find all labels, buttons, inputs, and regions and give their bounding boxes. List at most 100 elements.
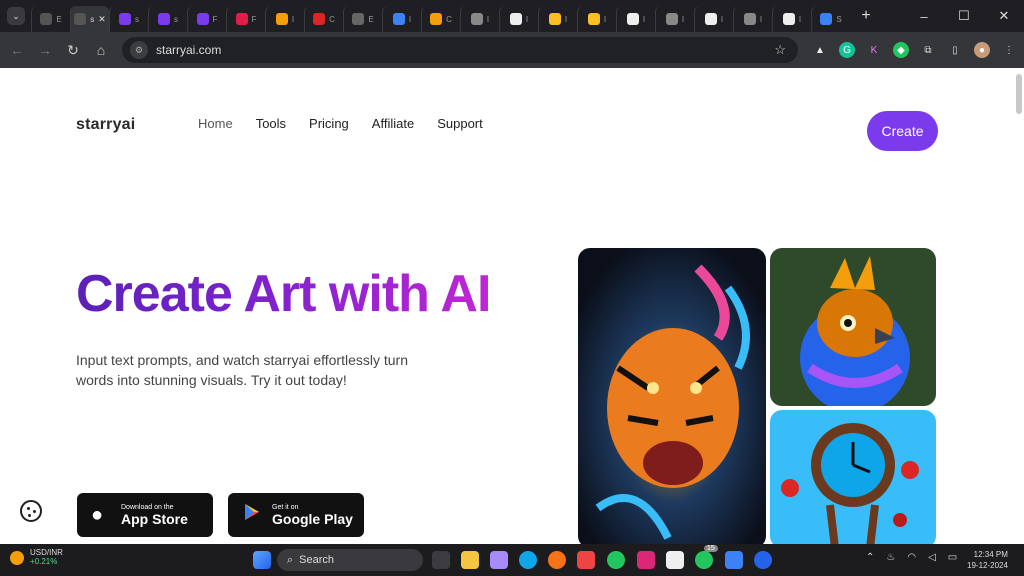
grammarly-icon[interactable]: G	[839, 42, 855, 58]
window-controls: – ☐ ✕	[904, 0, 1024, 32]
firefox-icon[interactable]	[548, 551, 566, 569]
tab-8[interactable]: E	[343, 6, 382, 32]
chrome-icon[interactable]	[607, 551, 625, 569]
tab-5[interactable]: F	[226, 6, 265, 32]
nav-support[interactable]: Support	[437, 116, 483, 131]
apple-icon: ●	[91, 503, 104, 526]
chrome-favicon-icon	[743, 13, 756, 25]
hero-subtitle: Input text prompts, and watch starryai e…	[76, 352, 409, 388]
scrollbar[interactable]	[1016, 74, 1022, 114]
browser-menu-icon[interactable]: ⋮	[1001, 42, 1017, 58]
mc-favicon-icon	[235, 13, 248, 25]
tab-2[interactable]: s	[109, 6, 148, 32]
tab-4[interactable]: F	[187, 6, 226, 32]
google-favicon-icon	[704, 13, 717, 25]
task-view-icon[interactable]	[432, 551, 450, 569]
clock[interactable]: 12:34 PM 19-12-2024	[967, 549, 1008, 571]
minimize-button[interactable]: –	[904, 9, 944, 24]
new-tab-button[interactable]: +	[856, 7, 876, 25]
copilot-icon[interactable]	[490, 551, 508, 569]
search-favicon-icon	[820, 13, 833, 25]
tab-13[interactable]: I	[538, 6, 577, 32]
cookie-settings-icon[interactable]	[20, 500, 42, 522]
chrome-favicon-icon	[470, 13, 483, 25]
tab-label: I	[603, 14, 607, 24]
tab-label: I	[759, 14, 763, 24]
taskbar-search[interactable]: ⌕ Search	[277, 549, 423, 571]
store-icon[interactable]	[577, 551, 595, 569]
tab-7[interactable]: C	[304, 6, 343, 32]
tab-label: I	[642, 14, 646, 24]
currency-widget[interactable]: USD/INR +0.21%	[10, 548, 63, 566]
tab-label: I	[408, 14, 412, 24]
tab-17[interactable]: I	[694, 6, 733, 32]
maximize-button[interactable]: ☐	[944, 8, 984, 24]
site-info-icon[interactable]: ⚙	[130, 41, 148, 59]
tab-9[interactable]: I	[382, 6, 421, 32]
edge-icon[interactable]	[519, 551, 537, 569]
tab-12[interactable]: I	[499, 6, 538, 32]
tab-0[interactable]: E	[31, 6, 70, 32]
ext-a-icon[interactable]: ▲	[812, 42, 828, 58]
tab-label: S	[836, 14, 842, 24]
tab-1[interactable]: s ✕	[70, 6, 109, 32]
bookmark-star-icon[interactable]: ☆	[774, 42, 786, 58]
nav-home[interactable]: Home	[198, 116, 233, 131]
tab-label: s	[174, 14, 178, 24]
tab-3[interactable]: s	[148, 6, 187, 32]
tab-label: I	[525, 14, 529, 24]
tab-search-button[interactable]: ⌄	[7, 7, 25, 25]
tab-10[interactable]: C	[421, 6, 460, 32]
windows-start-icon[interactable]	[253, 551, 271, 569]
notes-icon[interactable]	[725, 551, 743, 569]
taskbar-search-label: Search	[299, 554, 335, 566]
google-play-button[interactable]: Get it on Google Play	[228, 493, 364, 537]
ext-k-icon[interactable]: K	[866, 42, 882, 58]
file-explorer-icon[interactable]	[461, 551, 479, 569]
home-button[interactable]: ⌂	[90, 42, 112, 58]
whatsapp-icon[interactable]: 15	[695, 545, 718, 569]
app-icon[interactable]	[666, 551, 684, 569]
reload-button[interactable]: ↻	[62, 42, 84, 59]
google-play-big: Google Play	[272, 510, 353, 527]
tab-20[interactable]: S	[811, 6, 850, 32]
battery-icon[interactable]: ▭	[948, 552, 957, 563]
hero-title: Create Art with AI	[76, 265, 491, 323]
site-logo[interactable]: starryai	[76, 116, 135, 134]
extensions-puzzle-icon[interactable]: ⧉	[920, 42, 936, 58]
nav-pricing[interactable]: Pricing	[309, 116, 349, 131]
tab-11[interactable]: I	[460, 6, 499, 32]
tab-label: I	[681, 14, 685, 24]
tab-label: I	[720, 14, 724, 24]
bird-artwork-image	[770, 248, 936, 406]
tab-14[interactable]: I	[577, 6, 616, 32]
tray-app-icon[interactable]: ♨	[886, 552, 895, 563]
wifi-icon[interactable]: ◠	[907, 552, 916, 563]
close-tab-icon[interactable]: ✕	[98, 14, 106, 25]
nav-tools[interactable]: Tools	[256, 116, 286, 131]
volume-icon[interactable]: ◁	[928, 552, 936, 563]
side-panel-icon[interactable]: ▯	[947, 42, 963, 58]
create-button[interactable]: Create	[867, 111, 938, 151]
tab-18[interactable]: I	[733, 6, 772, 32]
currency-pair: USD/INR	[30, 548, 63, 557]
google-favicon-icon	[782, 13, 795, 25]
app2-icon[interactable]	[754, 551, 772, 569]
back-button[interactable]: ←	[6, 42, 28, 58]
chrome-favicon-icon	[665, 13, 678, 25]
app-store-button[interactable]: ● Download on the App Store	[77, 493, 213, 537]
tab-16[interactable]: I	[655, 6, 694, 32]
nav-affiliate[interactable]: Affiliate	[372, 116, 414, 131]
tab-15[interactable]: I	[616, 6, 655, 32]
ext-green-icon[interactable]: ◆	[893, 42, 909, 58]
instagram-icon[interactable]	[637, 551, 655, 569]
chevron-up-icon[interactable]: ⌃	[866, 552, 874, 563]
address-bar[interactable]: ⚙ starryai.com ☆	[122, 37, 798, 63]
tab-19[interactable]: I	[772, 6, 811, 32]
currency-change: +0.21%	[30, 557, 58, 566]
close-window-button[interactable]: ✕	[984, 8, 1024, 24]
profile-avatar[interactable]: ●	[974, 42, 990, 58]
forward-button[interactable]: →	[34, 42, 56, 58]
windows-taskbar: USD/INR +0.21% ⌕ Search 15 ⌃ ♨ ◠ ◁ ▭ 12:…	[0, 544, 1024, 576]
tab-6[interactable]: I	[265, 6, 304, 32]
